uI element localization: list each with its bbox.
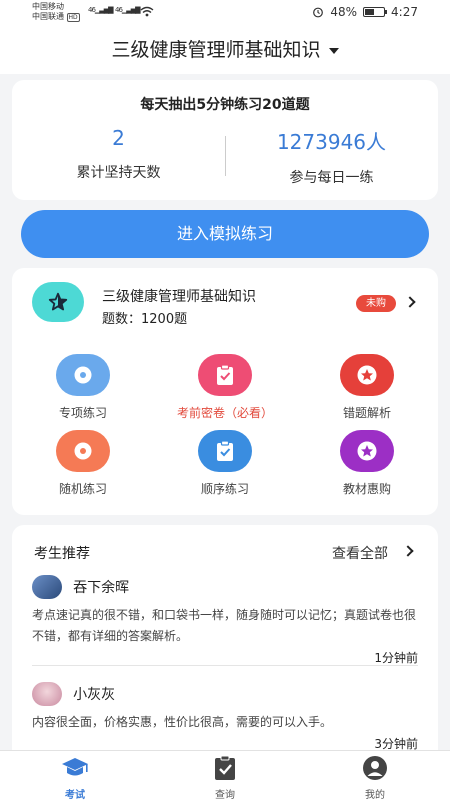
tab-query[interactable]: 查询 bbox=[150, 755, 300, 800]
review-text: 考点速记真的很不错，和口袋书一样，随身随时可以记忆；真题试卷也很不错，都有详细的… bbox=[32, 608, 417, 643]
wifi-icon bbox=[140, 6, 154, 17]
tab-query-label: 查询 bbox=[215, 790, 235, 800]
header: 三级健康管理师基础知识 bbox=[0, 26, 450, 74]
clock: 4:27 bbox=[391, 5, 418, 19]
signal-icon: 46▁▃▅▇ bbox=[88, 6, 113, 14]
review-item: 吞下余晖 考点速记真的很不错，和口袋书一样，随身随时可以记忆；真题试卷也很不错，… bbox=[32, 575, 418, 666]
reviewer-name: 吞下余晖 bbox=[73, 580, 130, 596]
clipboard-check-icon bbox=[215, 755, 235, 780]
subject-icon bbox=[32, 282, 84, 322]
participants-stat: 1273946人 参与每日一练 bbox=[225, 126, 438, 187]
tab-profile-label: 我的 bbox=[365, 790, 385, 800]
tab-exam-label: 考试 bbox=[65, 790, 85, 800]
wrong-answer-analysis-label: 错题解析 bbox=[342, 406, 391, 420]
subject-card: 三级健康管理师基础知识 题数：1200题 未购 专项练习 考前密卷（必看） 错题… bbox=[12, 268, 438, 515]
wrong-answer-analysis-button[interactable]: 错题解析 bbox=[296, 354, 438, 421]
caret-down-icon bbox=[328, 47, 339, 54]
textbook-deals-button[interactable]: 教材惠购 bbox=[296, 430, 438, 497]
sequential-practice-label: 顺序练习 bbox=[200, 482, 249, 496]
hd-badge: HD bbox=[66, 13, 80, 22]
purchase-status-badge: 未购 bbox=[356, 295, 396, 312]
reviewer-name: 小灰灰 bbox=[73, 687, 116, 703]
streak-stat: 2 累计坚持天数 bbox=[12, 126, 225, 182]
exam-secret-paper-button[interactable]: 考前密卷（必看） bbox=[154, 354, 296, 421]
daily-practice-card: 每天抽出5分钟练习20道题 2 累计坚持天数 1273946人 参与每日一练 bbox=[12, 80, 438, 200]
sequential-practice-button[interactable]: 顺序练习 bbox=[154, 430, 296, 497]
star-icon bbox=[340, 354, 394, 396]
streak-days-label: 累计坚持天数 bbox=[76, 165, 161, 181]
subject-selector[interactable]: 三级健康管理师基础知识 bbox=[111, 39, 339, 61]
review-time: 1分钟前 bbox=[374, 651, 418, 665]
battery-percent: 48% bbox=[330, 5, 358, 19]
tab-profile[interactable]: 我的 bbox=[300, 755, 450, 800]
carrier-2: 中国联通 bbox=[32, 12, 64, 21]
avatar bbox=[32, 682, 62, 706]
clipboard-check-icon bbox=[198, 354, 252, 396]
question-count: 题数：1200题 bbox=[102, 312, 188, 327]
clipboard-check-icon bbox=[198, 430, 252, 472]
star-icon bbox=[340, 430, 394, 472]
graduation-cap-icon bbox=[62, 758, 88, 776]
recommendations-card: 考生推荐 查看全部 吞下余晖 考点速记真的很不错，和口袋书一样，随身随时可以记忆… bbox=[12, 525, 438, 752]
daily-practice-title: 每天抽出5分钟练习20道题 bbox=[140, 97, 310, 113]
user-icon bbox=[363, 756, 387, 780]
status-bar: 中国移动 中国联通 HD 46▁▃▅▇ 46▁▃▅▇ 48% 4:27 bbox=[0, 0, 450, 26]
textbook-deals-label: 教材惠购 bbox=[342, 482, 391, 496]
page-title: 三级健康管理师基础知识 bbox=[111, 39, 321, 61]
recommendations-title: 考生推荐 bbox=[34, 546, 90, 562]
mock-exam-button[interactable]: 进入模拟练习 bbox=[21, 210, 429, 258]
carrier-1: 中国移动 bbox=[32, 2, 64, 11]
streak-days-value: 2 bbox=[112, 126, 125, 150]
carrier-info: 中国移动 中国联通 HD bbox=[32, 2, 80, 22]
bottom-tab-bar: 考试 查询 我的 bbox=[0, 750, 450, 800]
signal-icon: 46▁▃▅▇ bbox=[115, 6, 140, 14]
star-outline-icon bbox=[48, 292, 68, 311]
alarm-icon bbox=[313, 7, 324, 18]
special-practice-label: 专项练习 bbox=[58, 406, 107, 420]
random-practice-label: 随机练习 bbox=[58, 482, 107, 496]
participants-value: 1273946人 bbox=[276, 130, 387, 154]
view-all-label: 查看全部 bbox=[332, 546, 388, 562]
divider bbox=[32, 665, 418, 666]
special-practice-button[interactable]: 专项练习 bbox=[12, 354, 154, 421]
review-text: 内容很全面，价格实惠，性价比很高，需要的可以入手。 bbox=[32, 715, 333, 729]
disc-icon bbox=[56, 430, 110, 472]
chevron-right-icon bbox=[402, 545, 414, 557]
subject-name: 三级健康管理师基础知识 bbox=[102, 289, 256, 305]
exam-secret-paper-label: 考前密卷（必看） bbox=[176, 406, 273, 420]
tab-exam[interactable]: 考试 bbox=[0, 755, 150, 800]
battery-icon bbox=[363, 7, 388, 17]
disc-icon bbox=[56, 354, 110, 396]
review-item: 小灰灰 内容很全面，价格实惠，性价比很高，需要的可以入手。 3分钟前 bbox=[32, 682, 418, 752]
participants-label: 参与每日一练 bbox=[289, 170, 374, 186]
chevron-right-icon bbox=[404, 296, 416, 308]
random-practice-button[interactable]: 随机练习 bbox=[12, 430, 154, 497]
battery-fill bbox=[365, 9, 375, 15]
avatar bbox=[32, 575, 62, 599]
